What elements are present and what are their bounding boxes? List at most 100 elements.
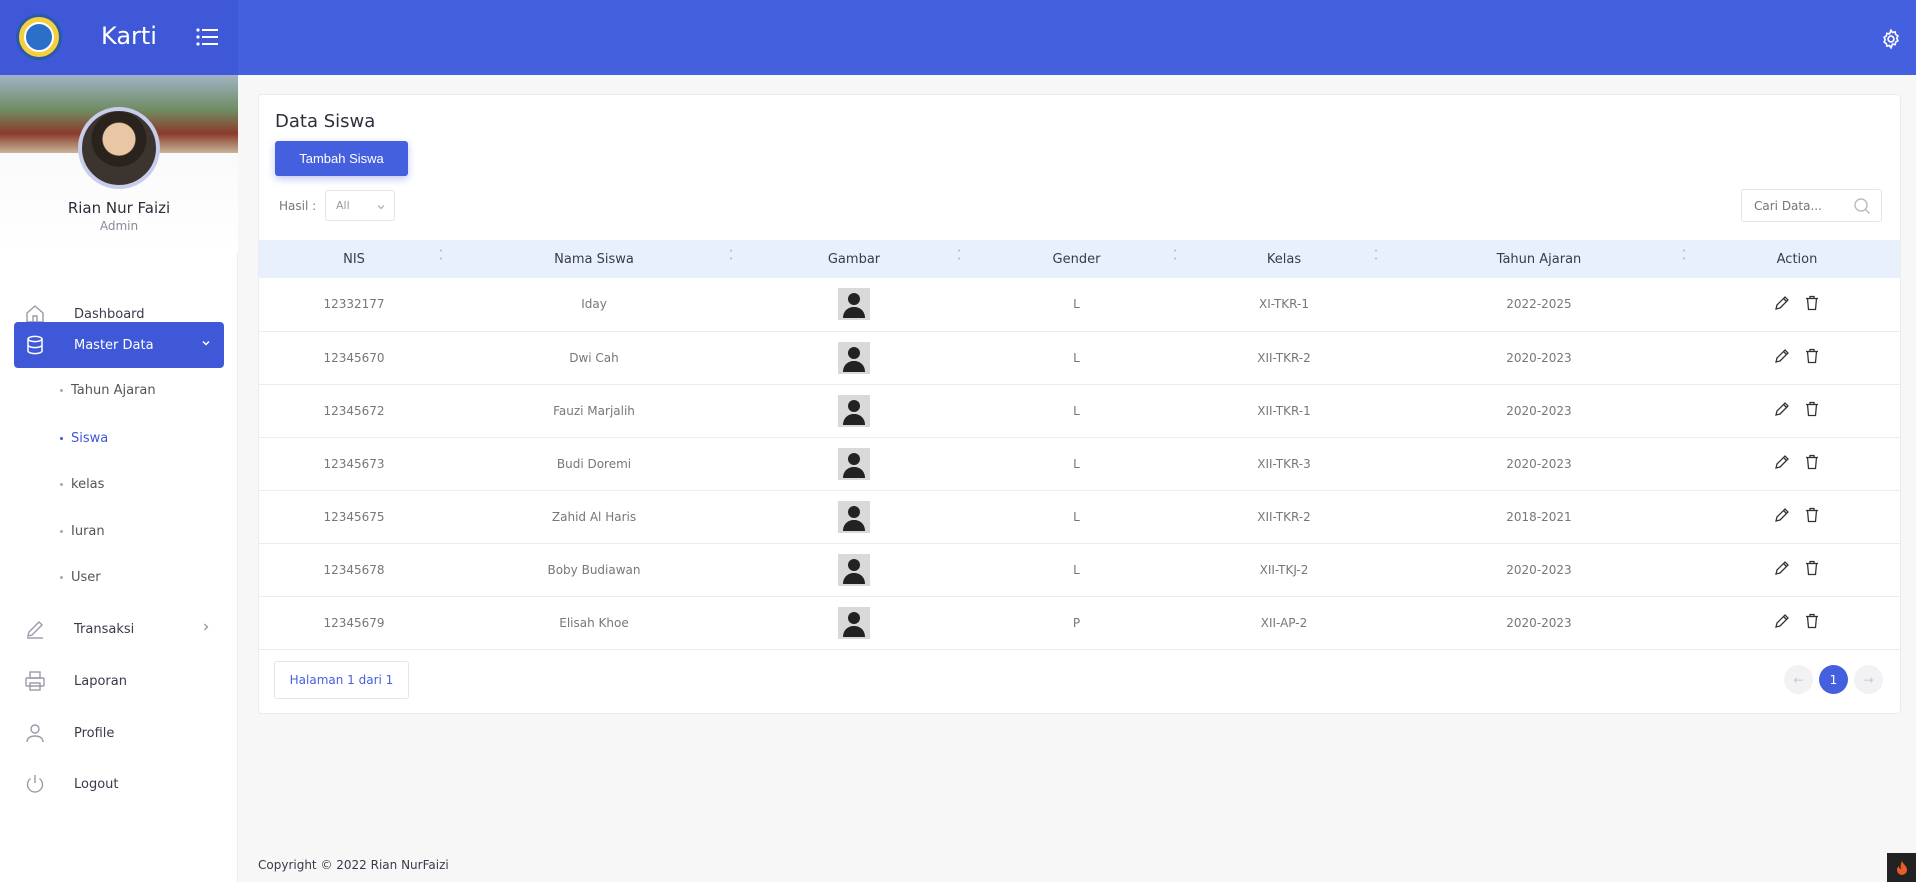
cell-nis: 12345670 xyxy=(259,331,449,385)
table-row: 12345678 Boby Budiawan L XII-TKJ-2 2020-2023 xyxy=(259,543,1900,597)
cell-tahun-ajaran: 2022-2025 xyxy=(1384,278,1694,332)
edit-icon[interactable] xyxy=(1773,347,1791,365)
cell-kelas: XII-AP-2 xyxy=(1184,596,1384,650)
cell-kelas: XI-TKR-1 xyxy=(1184,278,1384,332)
trash-icon[interactable] xyxy=(1803,453,1821,471)
trash-icon[interactable] xyxy=(1803,559,1821,577)
edit-icon[interactable] xyxy=(1773,612,1791,630)
user-icon xyxy=(22,720,48,746)
hasil-select[interactable]: All xyxy=(325,190,395,221)
submenu-item-tahun-ajaran[interactable]: Tahun Ajaran xyxy=(60,383,156,398)
cell-tahun-ajaran: 2020-2023 xyxy=(1384,543,1694,597)
cell-gender: L xyxy=(969,437,1184,491)
column-header-nama[interactable]: Nama Siswa ˄ ˅ xyxy=(449,240,739,278)
edit-icon[interactable] xyxy=(1773,294,1791,312)
cell-action xyxy=(1694,490,1900,544)
trash-icon[interactable] xyxy=(1803,400,1821,418)
pagination-page-1[interactable]: 1 xyxy=(1819,665,1848,694)
chevron-down-icon xyxy=(202,340,210,346)
student-photo xyxy=(838,394,870,427)
pen-icon xyxy=(22,616,48,642)
sidebar-item-label: Dashboard xyxy=(74,306,145,322)
school-logo xyxy=(16,14,62,60)
cell-nama: Iday xyxy=(449,278,739,332)
sort-icon: ˄ ˅ xyxy=(439,249,443,266)
table-row: 12345672 Fauzi Marjalih L XII-TKR-1 2020-202… xyxy=(259,384,1900,438)
edit-icon[interactable] xyxy=(1773,453,1791,471)
menu-list-icon[interactable] xyxy=(196,27,218,47)
pagination-next-button[interactable]: → xyxy=(1854,665,1883,694)
column-header-gambar[interactable]: Gambar ˄ ˅ xyxy=(739,240,969,278)
cell-gender: P xyxy=(969,596,1184,650)
cell-nama: Elisah Khoe xyxy=(449,596,739,650)
sidebar-item-master-data[interactable]: Master Data xyxy=(14,322,224,368)
hasil-label: Hasil : xyxy=(279,199,317,213)
sidebar: Rian Nur Faizi Admin Dashboard Master Da… xyxy=(0,75,238,882)
table-row: 12332177 Iday L XI-TKR-1 2022-2025 xyxy=(259,278,1900,332)
trash-icon[interactable] xyxy=(1803,294,1821,312)
sidebar-item-laporan[interactable]: Laporan xyxy=(14,658,224,704)
edit-icon[interactable] xyxy=(1773,559,1791,577)
cell-gender: L xyxy=(969,384,1184,438)
cell-nis: 12345675 xyxy=(259,490,449,544)
sort-icon: ˄ ˅ xyxy=(729,249,733,266)
sidebar-item-logout[interactable]: Logout xyxy=(14,761,224,807)
chevron-right-icon xyxy=(204,623,209,631)
cell-nis: 12332177 xyxy=(259,278,449,332)
trash-icon[interactable] xyxy=(1803,506,1821,524)
column-header-nis[interactable]: NIS ˄ ˅ xyxy=(259,240,449,278)
column-header-gender[interactable]: Gender ˄ ˅ xyxy=(969,240,1184,278)
cell-nama: Zahid Al Haris xyxy=(449,490,739,544)
cell-kelas: XII-TKJ-2 xyxy=(1184,543,1384,597)
sort-icon: ˄ ˅ xyxy=(1682,249,1686,266)
sidebar-item-label: Master Data xyxy=(74,337,154,353)
cell-nis: 12345672 xyxy=(259,384,449,438)
edit-icon[interactable] xyxy=(1773,506,1791,524)
gear-icon[interactable] xyxy=(1880,28,1902,50)
cell-action xyxy=(1694,543,1900,597)
sidebar-item-profile[interactable]: Profile xyxy=(14,710,224,756)
search-icon[interactable] xyxy=(1853,197,1871,215)
cell-gender: L xyxy=(969,490,1184,544)
cell-action xyxy=(1694,278,1900,332)
database-icon xyxy=(22,332,48,358)
cell-tahun-ajaran: 2020-2023 xyxy=(1384,437,1694,491)
cell-nama: Budi Doremi xyxy=(449,437,739,491)
cell-gender: L xyxy=(969,331,1184,385)
sort-icon: ˄ ˅ xyxy=(1173,249,1177,266)
cell-nis: 12345678 xyxy=(259,543,449,597)
table-row: 12345679 Elisah Khoe P XII-AP-2 2020-2023 xyxy=(259,596,1900,650)
cell-action xyxy=(1694,331,1900,385)
trash-icon[interactable] xyxy=(1803,347,1821,365)
edit-icon[interactable] xyxy=(1773,400,1791,418)
student-photo xyxy=(838,553,870,586)
sort-icon: ˄ ˅ xyxy=(957,249,961,266)
cell-tahun-ajaran: 2020-2023 xyxy=(1384,384,1694,438)
column-header-kelas[interactable]: Kelas ˄ ˅ xyxy=(1184,240,1384,278)
submenu-item-kelas[interactable]: kelas xyxy=(60,477,104,492)
submenu-item-user[interactable]: User xyxy=(60,570,101,585)
cell-gambar xyxy=(739,331,969,385)
cell-nama: Dwi Cah xyxy=(449,331,739,385)
avatar xyxy=(78,107,160,189)
trash-icon[interactable] xyxy=(1803,612,1821,630)
data-siswa-card: Data Siswa Tambah Siswa Hasil : All NIS˄… xyxy=(258,94,1901,714)
add-student-button[interactable]: Tambah Siswa xyxy=(275,141,408,176)
cell-kelas: XII-TKR-1 xyxy=(1184,384,1384,438)
cell-action xyxy=(1694,596,1900,650)
pagination-info: Halaman 1 dari 1 xyxy=(274,661,409,699)
cell-nama: Boby Budiawan xyxy=(449,543,739,597)
cell-gambar xyxy=(739,490,969,544)
column-header-tahun-ajaran[interactable]: Tahun Ajaran ˄ ˅ xyxy=(1384,240,1694,278)
sidebar-item-label: Transaksi xyxy=(74,621,135,637)
submenu-item-siswa[interactable]: Siswa xyxy=(60,431,108,446)
pagination-prev-button[interactable]: ← xyxy=(1784,665,1813,694)
cell-nama: Fauzi Marjalih xyxy=(449,384,739,438)
flame-icon xyxy=(1887,853,1916,882)
chevron-down-icon xyxy=(377,205,385,210)
submenu-item-iuran[interactable]: Iuran xyxy=(60,524,105,539)
student-photo xyxy=(838,606,870,639)
sidebar-item-transaksi[interactable]: Transaksi xyxy=(14,606,224,652)
cell-gambar xyxy=(739,384,969,438)
cell-tahun-ajaran: 2020-2023 xyxy=(1384,596,1694,650)
